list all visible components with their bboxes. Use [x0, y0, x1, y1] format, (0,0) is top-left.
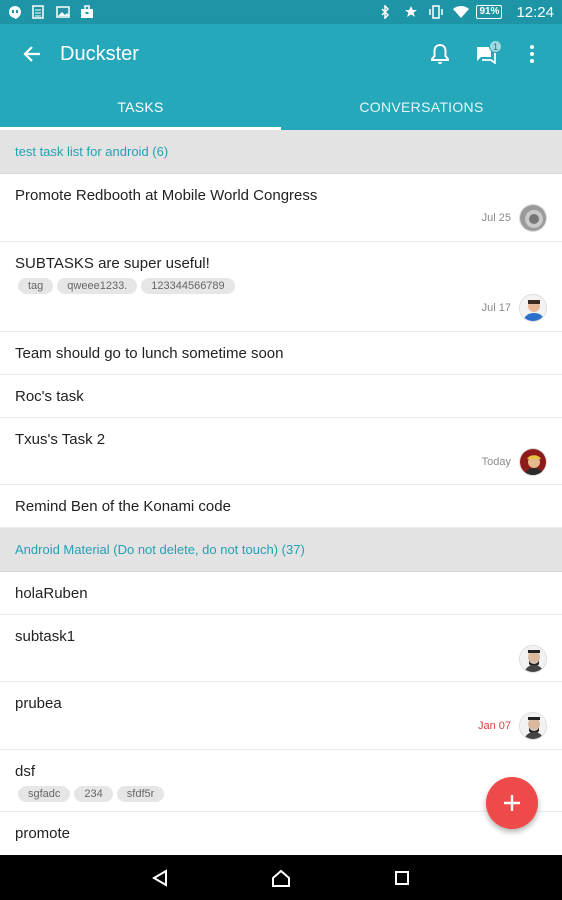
task-meta: Today: [482, 448, 547, 476]
conversations-button[interactable]: 1: [468, 36, 504, 72]
toolbar: Duckster 1: [0, 24, 562, 84]
unread-badge: 1: [489, 40, 502, 53]
task-title: dsf: [15, 763, 36, 780]
task-meta: Jan 07: [478, 712, 547, 740]
image-icon: [56, 5, 70, 19]
tag-chip[interactable]: 234: [74, 786, 113, 802]
hangouts-icon: [8, 5, 22, 20]
arrow-left-icon: [23, 46, 40, 62]
page-title: Duckster: [60, 42, 139, 65]
square-recents-icon: [394, 870, 409, 885]
overflow-menu-button[interactable]: [514, 36, 550, 72]
avatar: [519, 712, 547, 740]
task-title: holaRuben: [15, 585, 88, 602]
list-item[interactable]: prubea Jan 07: [0, 682, 562, 750]
star-icon: [404, 5, 418, 19]
avatar: [519, 645, 547, 673]
tab-bar: TASKS CONVERSATIONS: [0, 84, 562, 130]
app-bar: Duckster 1 TASKS CONVERSATIONS: [0, 24, 562, 130]
task-date: Jan 07: [477, 720, 511, 732]
task-title: Roc's task: [15, 388, 84, 405]
task-title: Txus's Task 2: [15, 431, 106, 448]
task-list[interactable]: test task list for android (6) Promote R…: [0, 130, 562, 855]
status-bar: 91% 12:24: [0, 0, 562, 24]
avatar: [519, 448, 547, 476]
task-date: Jul 17: [481, 302, 511, 314]
list-item[interactable]: SUBTASKS are super useful! tag qweee1233…: [0, 242, 562, 332]
vibrate-icon: [428, 5, 444, 19]
sim-icon: [32, 5, 46, 19]
more-vert-icon: [530, 45, 534, 63]
add-task-button[interactable]: [486, 777, 538, 829]
list-item[interactable]: Roc's task: [0, 375, 562, 418]
section-header[interactable]: test task list for android (6): [0, 130, 562, 174]
task-meta: Jul 25: [482, 204, 547, 232]
task-meta: [511, 645, 547, 673]
list-item[interactable]: subtask1: [0, 615, 562, 682]
task-title: promote: [15, 825, 71, 842]
tab-tasks[interactable]: TASKS: [0, 84, 281, 130]
bluetooth-icon: [380, 4, 394, 20]
list-item[interactable]: promote: [0, 812, 562, 855]
battery-indicator: 91%: [476, 5, 503, 19]
task-tags: sgfadc 234 sfdf5r: [18, 786, 547, 802]
clock: 12:24: [516, 3, 554, 21]
list-item[interactable]: dsf sgfadc 234 sfdf5r: [0, 750, 562, 812]
task-title: SUBTASKS are super useful!: [15, 255, 210, 272]
list-item[interactable]: Team should go to lunch sometime soon: [0, 332, 562, 375]
task-title: Remind Ben of the Konami code: [15, 498, 231, 515]
system-nav-bar: [0, 855, 562, 900]
list-item[interactable]: Txus's Task 2 Today: [0, 418, 562, 485]
task-title: Promote Redbooth at Mobile World Congres…: [15, 187, 318, 204]
nav-home-button[interactable]: [261, 858, 301, 898]
bag-icon: [80, 5, 94, 19]
tag-chip[interactable]: qweee1233.: [57, 278, 138, 294]
task-date: Today: [481, 456, 511, 468]
avatar: [519, 294, 547, 322]
task-title: prubea: [15, 695, 62, 712]
nav-recents-button[interactable]: [382, 858, 422, 898]
tag-chip[interactable]: sgfadc: [18, 786, 71, 802]
avatar: [519, 204, 547, 232]
task-date: Jul 25: [481, 212, 511, 224]
nav-back-button[interactable]: [140, 858, 180, 898]
list-item[interactable]: Remind Ben of the Konami code: [0, 485, 562, 528]
home-icon: [271, 869, 290, 887]
tag-chip[interactable]: 123344566789: [141, 278, 235, 294]
list-item[interactable]: Promote Redbooth at Mobile World Congres…: [0, 174, 562, 242]
plus-icon: [504, 795, 520, 811]
section-header[interactable]: Android Material (Do not delete, do not …: [0, 528, 562, 572]
list-item[interactable]: holaRuben: [0, 572, 562, 615]
task-tags: tag qweee1233. 123344566789: [18, 278, 547, 294]
tab-conversations[interactable]: CONVERSATIONS: [281, 84, 562, 130]
tag-chip[interactable]: sfdf5r: [116, 786, 165, 802]
task-title: subtask1: [15, 628, 76, 645]
task-title: Team should go to lunch sometime soon: [15, 345, 284, 362]
bell-icon: [431, 43, 449, 64]
triangle-back-icon: [152, 868, 168, 887]
back-button[interactable]: [18, 40, 46, 68]
tag-chip[interactable]: tag: [18, 278, 54, 294]
notifications-button[interactable]: [422, 36, 458, 72]
wifi-icon: [452, 5, 470, 19]
task-meta: Jul 17: [482, 294, 547, 322]
